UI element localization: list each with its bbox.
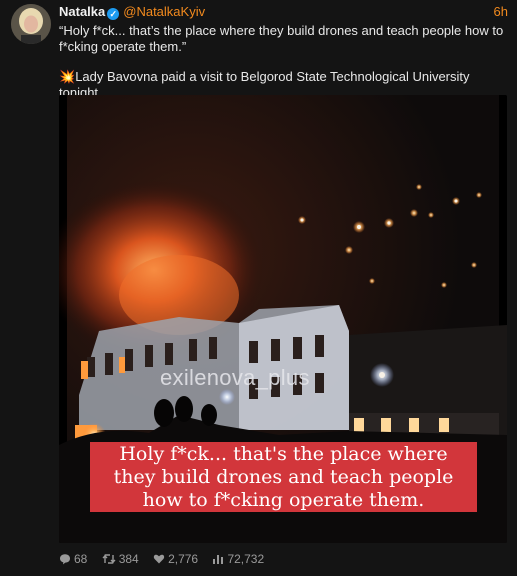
reply-icon: [60, 554, 70, 565]
caption-line-2: they build drones and teach people: [113, 466, 454, 488]
reply-action[interactable]: 68: [59, 551, 87, 567]
author-handle[interactable]: @NatalkaKyiv: [123, 4, 205, 19]
avatar-image: [11, 4, 51, 44]
video-media[interactable]: exilenova_plus Holy f*ck... that's the p…: [59, 95, 507, 543]
tweet-timestamp[interactable]: 6h: [494, 4, 508, 20]
avatar[interactable]: [11, 4, 51, 44]
author-name[interactable]: Natalka: [59, 4, 105, 19]
caption-line-1: Holy f*ck... that's the place where: [119, 443, 448, 465]
tweet-text: “Holy f*ck... that’s the place where the…: [59, 23, 511, 100]
tweet-header: Natalka ✓ @NatalkaKyiv 6h: [59, 4, 508, 20]
collision-emoji-icon: 💥: [59, 69, 76, 84]
tweet: Natalka ✓ @NatalkaKyiv 6h “Holy f*ck... th…: [0, 0, 517, 576]
heart-icon: [153, 554, 165, 564]
verified-badge-icon: ✓: [107, 8, 120, 20]
like-action[interactable]: 2,776: [153, 551, 198, 567]
caption-line-3: how to f*cking operate them.: [142, 489, 425, 511]
reply-count: 68: [74, 552, 88, 566]
views-stat[interactable]: 72,732: [212, 551, 264, 567]
video-caption: Holy f*ck... that's the place where they…: [90, 443, 477, 512]
retweet-count: 384: [118, 552, 139, 566]
retweet-action[interactable]: 384: [102, 551, 139, 567]
like-count: 2,776: [168, 552, 199, 566]
retweet-icon: [102, 554, 116, 564]
video-watermark: exilenova_plus: [160, 365, 310, 390]
views-count: 72,732: [227, 552, 265, 566]
views-icon: [213, 555, 224, 564]
tweet-quote-line: “Holy f*ck... that’s the place where the…: [59, 23, 504, 54]
tweet-stats: 68 384 2,776 72,732: [59, 551, 275, 567]
